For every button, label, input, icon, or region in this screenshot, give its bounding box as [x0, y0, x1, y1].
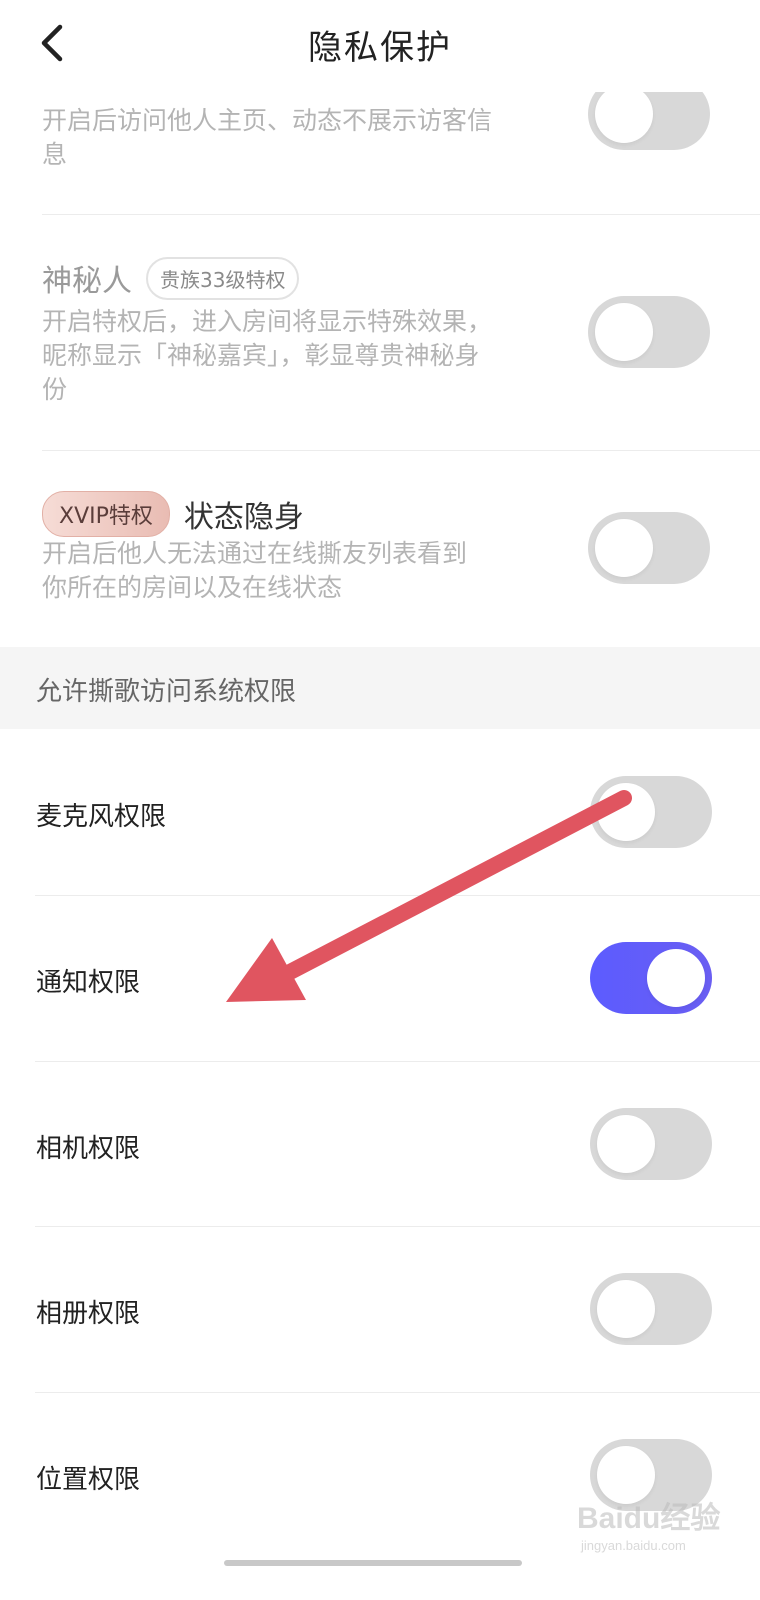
perm-label-camera: 相机权限: [36, 1134, 141, 1164]
microphone-toggle[interactable]: [590, 776, 712, 848]
toggle-knob: [595, 85, 653, 143]
camera-toggle[interactable]: [590, 1108, 712, 1180]
section-title: 允许撕歌访问系统权限: [36, 677, 297, 707]
perm-label-microphone: 麦克风权限: [36, 802, 167, 832]
section-header: 允许撕歌访问系统权限: [0, 647, 760, 729]
privacy-desc: 开启后访问他人主页、动态不展示访客信 息: [42, 106, 493, 169]
perm-label-album: 相册权限: [36, 1299, 141, 1329]
xvip-badge: XVIP特权: [42, 491, 170, 537]
svg-text:jingyan.baidu.com: jingyan.baidu.com: [580, 1538, 686, 1553]
toggle-knob: [595, 303, 653, 361]
perm-label-notification: 通知权限: [36, 968, 141, 998]
divider: [35, 1061, 760, 1062]
watermark-logo: Baidu经验 jingyan.baidu.com: [575, 1488, 750, 1558]
svg-text:Baidu经验: Baidu经验: [577, 1501, 720, 1535]
mystery-toggle[interactable]: [588, 296, 710, 368]
album-toggle[interactable]: [590, 1273, 712, 1345]
divider: [35, 895, 760, 896]
toggle-knob: [647, 949, 705, 1007]
privacy-desc: 开启后他人无法通过在线撕友列表看到 你所在的房间以及在线状态: [42, 539, 468, 602]
privacy-desc: 开启特权后，进入房间将显示特殊效果， 昵称显示「神秘嘉宾」，彰显尊贵神秘身 份: [42, 307, 493, 404]
home-indicator: [224, 1560, 522, 1566]
toggle-knob: [597, 783, 655, 841]
stealth-toggle[interactable]: [588, 512, 710, 584]
settings-scroll: 开启后访问他人主页、动态不展示访客信 息 神秘人 贵族33级特权 开启特权后，进…: [0, 0, 760, 1600]
baidu-paw-icon: Baidu经验 jingyan.baidu.com: [577, 1501, 720, 1553]
toggle-knob: [595, 519, 653, 577]
divider: [35, 1226, 760, 1227]
stealth-title: 状态隐身: [183, 500, 304, 535]
nav-header: 隐私保护: [0, 0, 760, 92]
page-title: 隐私保护: [308, 28, 452, 68]
divider: [42, 214, 760, 215]
divider: [35, 1392, 760, 1393]
noble-badge: 贵族33级特权: [146, 256, 300, 300]
toggle-knob: [597, 1280, 655, 1338]
toggle-knob: [597, 1115, 655, 1173]
perm-label-location: 位置权限: [36, 1465, 141, 1495]
mystery-title: 神秘人: [42, 264, 132, 299]
divider: [42, 450, 760, 451]
notification-toggle[interactable]: [590, 942, 712, 1014]
